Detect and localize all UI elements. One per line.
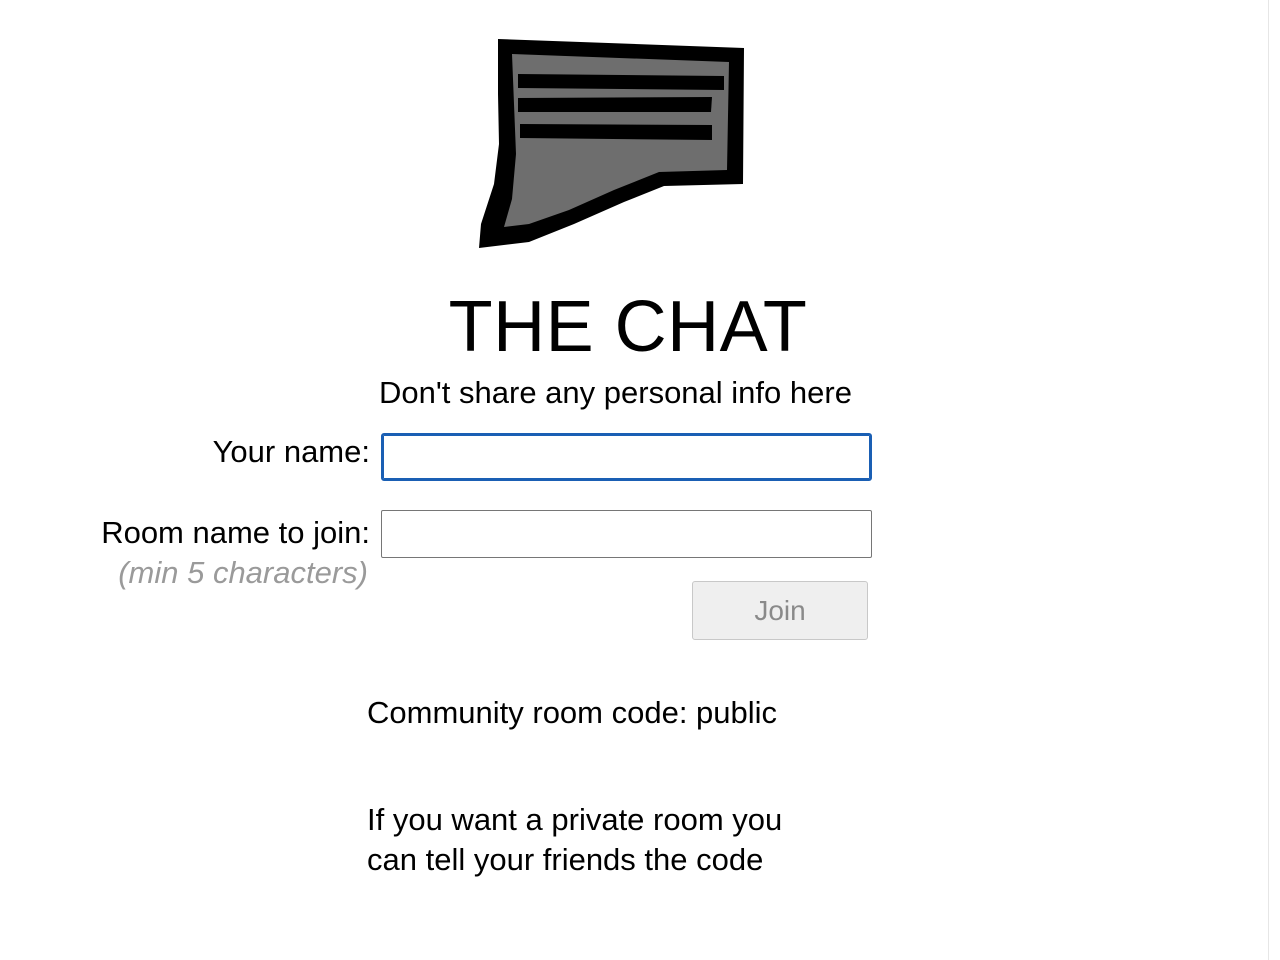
login-page: THE CHAT Don't share any personal info h… — [0, 0, 1280, 960]
room-label: Room name to join: — [101, 515, 370, 550]
private-room-info-line: If you want a private room you — [367, 802, 783, 837]
name-input[interactable] — [381, 433, 872, 481]
name-label: Your name: — [212, 434, 370, 469]
private-room-info: If you want a private room you can tell … — [367, 800, 782, 880]
join-button[interactable]: Join — [692, 581, 868, 640]
private-room-info-line: can tell your friends the code — [367, 842, 764, 877]
room-hint: (min 5 characters) — [118, 555, 368, 590]
app-title: THE CHAT — [448, 287, 808, 367]
room-input[interactable] — [381, 510, 872, 558]
chat-bubble-icon — [479, 39, 744, 248]
privacy-notice: Don't share any personal info here — [379, 375, 852, 410]
page-edge-divider — [1268, 0, 1269, 960]
community-room-code: Community room code: public — [367, 695, 778, 730]
